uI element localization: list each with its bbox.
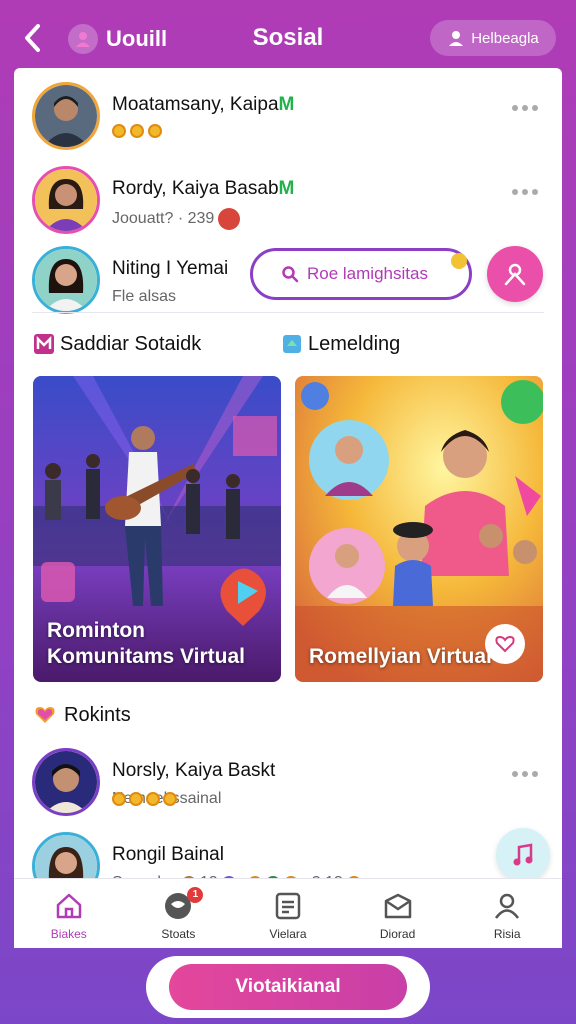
help-button[interactable]: Helbeagla [430, 20, 556, 56]
more-options-button[interactable] [512, 102, 540, 114]
nav-item-profile[interactable]: Risia [462, 889, 552, 941]
chevron-left-icon [25, 24, 40, 52]
favorite-button[interactable] [485, 624, 525, 664]
nav-item-home[interactable]: Biakes [24, 889, 114, 941]
main-panel: Moatamsany, KaipaM Rordy, Kaiya BasabM J… [14, 68, 562, 948]
user-icon [495, 893, 520, 919]
section-header-right: Lemelding [282, 330, 400, 358]
nav-label: Biakes [50, 927, 87, 941]
nav-label: Stoats [161, 927, 196, 941]
notification-badge: 1 [187, 887, 204, 903]
coin-icon [148, 124, 162, 138]
user-icon [449, 31, 464, 46]
contact-status: Joouatt? · 239 [112, 208, 241, 230]
home-icon [56, 893, 82, 919]
contact-status [112, 124, 162, 138]
contact-row[interactable]: Rordy, Kaiya BasabM Joouatt? · 239 [14, 156, 562, 236]
card-title: Romellyian Virtual [309, 645, 492, 668]
music-button[interactable] [496, 828, 550, 882]
divider [32, 312, 544, 313]
mail-icon [384, 893, 411, 919]
primary-action-button[interactable]: Viotaikianal [169, 964, 407, 1010]
friend-name: Norsly, Kaiya Baskt [112, 760, 276, 781]
nav-label: Diorad [379, 927, 416, 941]
friend-name: Rongil Bainal [112, 844, 224, 865]
contact-name: Moatamsany, KaipaM [112, 94, 295, 115]
avatar [32, 166, 100, 234]
coin-row [112, 792, 177, 806]
cta-container: Viotaikianal [146, 956, 430, 1018]
nav-item-chats[interactable]: 1 Stoats [133, 887, 223, 941]
help-label: Helbeagla [471, 29, 539, 47]
card-title: Rominton Komunitams Virtual [47, 619, 245, 668]
avatar [32, 748, 100, 816]
coin-icon [112, 124, 126, 138]
friends-header: Rokints [34, 702, 131, 728]
emoji-icon [218, 208, 241, 230]
verified-badge: M [278, 94, 295, 115]
music-note-icon [513, 843, 533, 866]
person-icon [504, 263, 526, 286]
coin-icon [163, 792, 177, 806]
nav-item-mail[interactable]: Diorad [353, 889, 443, 941]
avatar [32, 246, 100, 314]
coin-icon [146, 792, 160, 806]
coin-icon [112, 792, 126, 806]
section-title: Lemelding [308, 332, 401, 355]
brand[interactable]: Uouill [68, 22, 167, 56]
heart-icon [495, 635, 515, 653]
section-header-left: Saddiar Sotaidk [34, 330, 201, 358]
coin-icon [130, 124, 144, 138]
m-logo-icon [34, 334, 54, 354]
top-bar: Uouill Sosial Helbeagla [0, 0, 576, 72]
contact-row[interactable]: Moatamsany, KaipaM [14, 72, 562, 152]
nav-label: Risia [493, 927, 521, 941]
add-friend-button[interactable] [487, 246, 543, 302]
cube-icon [283, 335, 301, 353]
coin-icon [129, 792, 143, 806]
contact-status: Fle alsas [112, 288, 177, 305]
search-icon [282, 266, 299, 283]
community-card[interactable]: Rominton Komunitams Virtual [33, 376, 281, 682]
nav-item-board[interactable]: Vielara [243, 889, 333, 941]
heart-icon [35, 707, 55, 723]
friend-row[interactable]: Norsly, Kaiya Baskt Nemaekssainal [14, 738, 562, 818]
community-card[interactable]: Romellyian Virtual [295, 376, 543, 682]
section-title: Saddiar Sotaidk [60, 332, 202, 355]
brand-logo-icon [68, 24, 98, 54]
verified-badge: M [278, 178, 295, 199]
contact-name: Rordy, Kaiya BasabM [112, 178, 295, 199]
more-options-button[interactable] [512, 768, 540, 780]
board-icon [275, 892, 301, 920]
avatar [32, 82, 100, 150]
nav-label: Vielara [269, 927, 307, 941]
notification-dot [451, 253, 467, 269]
contact-name: Niting I Yemai [112, 258, 229, 279]
brand-name: Uouill [106, 26, 168, 51]
friends-title: Rokints [64, 703, 131, 726]
search-button[interactable]: Roe lamighsitas [250, 248, 472, 300]
back-button[interactable] [22, 22, 50, 54]
bottom-nav: Biakes 1 Stoats Vielara Diorad Risia [14, 878, 562, 948]
more-options-button[interactable] [512, 186, 540, 198]
search-label: Roe lamighsitas [307, 264, 428, 283]
